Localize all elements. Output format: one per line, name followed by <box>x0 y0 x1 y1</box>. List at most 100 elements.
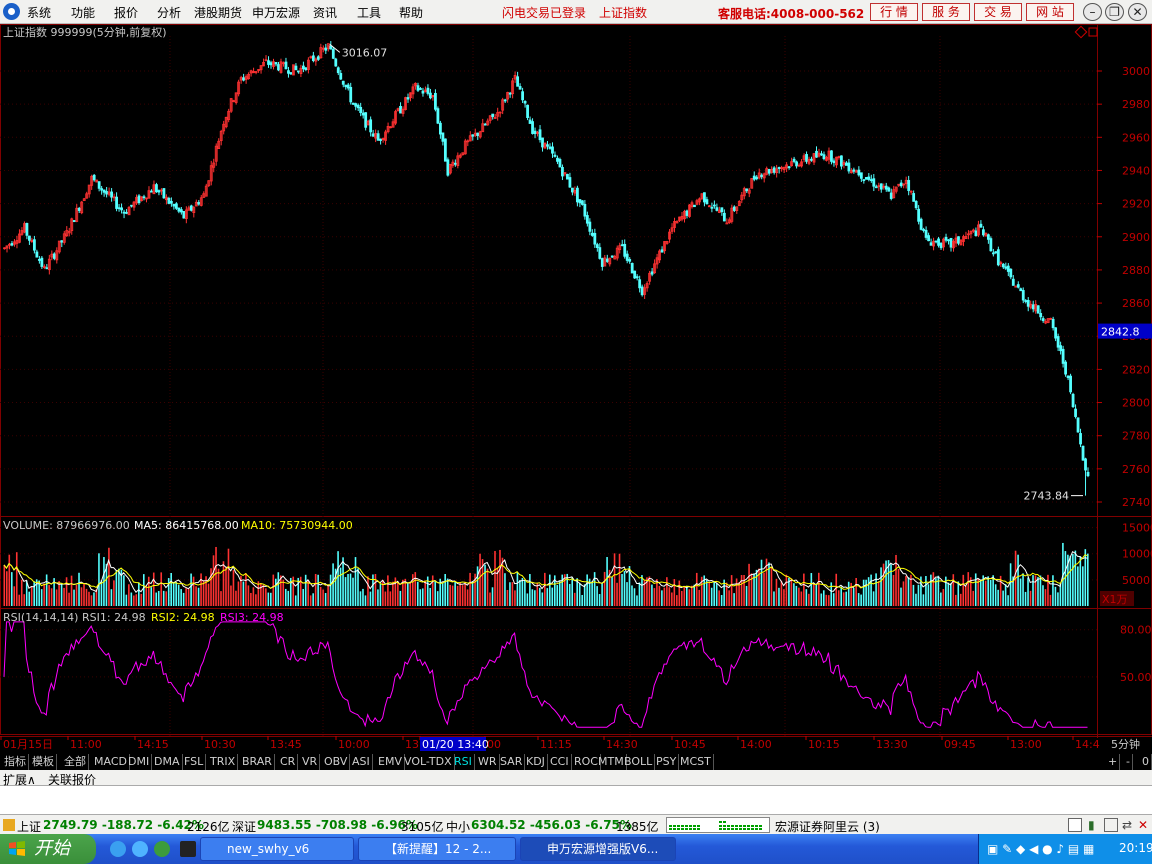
indicator-tab---[interactable]: 指标 <box>2 754 29 770</box>
volume-bar <box>307 580 309 606</box>
menu-help[interactable]: 帮助 <box>399 4 423 21</box>
broker-server[interactable]: 宏源证券阿里云 (3) <box>775 818 880 835</box>
browser-icon[interactable] <box>132 841 148 857</box>
candle-body <box>575 187 579 203</box>
index-link[interactable]: 上证指数 <box>599 4 647 21</box>
indicator-tab-emv[interactable]: EMV <box>376 754 405 770</box>
indicator-tab-fsl[interactable]: FSL <box>182 754 207 770</box>
window-icon[interactable] <box>1088 27 1098 37</box>
candle-body <box>120 207 123 211</box>
ie-icon[interactable] <box>110 841 126 857</box>
menu-news[interactable]: 资讯 <box>313 4 337 21</box>
volume-bar <box>862 579 865 606</box>
zoom-control-minus[interactable]: - <box>1124 754 1133 770</box>
volume-bar <box>800 591 803 606</box>
volume-bar <box>927 584 930 606</box>
volume-bar <box>621 574 623 606</box>
volume-bar <box>30 586 33 606</box>
taskbar-window-folder[interactable]: new_swhy_v6 <box>200 837 354 861</box>
volume-bar <box>544 572 546 606</box>
website-button[interactable]: 网 站 <box>1026 3 1074 21</box>
indicator-tab-dma[interactable]: DMA <box>152 754 183 770</box>
volume-bar <box>989 580 992 606</box>
zoom-control-reset[interactable]: 0 <box>1140 754 1152 770</box>
menu-tools[interactable]: 工具 <box>357 4 381 21</box>
volume-bar <box>369 591 372 606</box>
volume-bar <box>663 587 666 606</box>
indicator-tab-rsi[interactable]: RSI <box>452 754 475 770</box>
indicator-tab-vr[interactable]: VR <box>300 754 321 770</box>
indicator-tab-obv[interactable]: OBV <box>322 754 351 770</box>
indicator-tab-cr[interactable]: CR <box>278 754 299 770</box>
antenna-icon[interactable]: ▮ <box>1088 818 1095 832</box>
volume-bar <box>785 574 788 606</box>
service-button[interactable]: 服 务 <box>922 3 970 21</box>
candle-body <box>1071 393 1075 408</box>
volume-bar <box>230 585 232 606</box>
close-panel-icon[interactable]: ✕ <box>1138 818 1148 832</box>
minimize-icon[interactable]: – <box>1083 3 1102 21</box>
indicator-tab-asi[interactable]: ASI <box>350 754 373 770</box>
time-tick-label: 14:4 <box>1075 738 1100 751</box>
indicator-tab---[interactable]: 模板 <box>30 754 57 770</box>
indicator-tab---[interactable]: 全部 <box>62 754 89 770</box>
indicator-tab-dmi[interactable]: DMI <box>126 754 153 770</box>
lock-icon[interactable] <box>1104 818 1118 832</box>
indicator-tab-vol-tdx[interactable]: VOL-TDX <box>402 754 455 770</box>
close-icon[interactable]: ✕ <box>1128 3 1147 21</box>
candle-body <box>284 61 288 70</box>
app-logo-icon[interactable] <box>3 3 20 20</box>
rsi-header: RSI(14,14,14) <box>3 611 78 624</box>
keyboard-icon[interactable] <box>1068 818 1082 832</box>
sz-amount: 3105亿 <box>401 820 444 834</box>
volume-bar <box>200 573 202 606</box>
volume-bar <box>317 574 319 606</box>
candle-body <box>712 204 716 207</box>
price-tick-label: 2780 <box>1122 430 1150 443</box>
kline-chart-svg[interactable]: 3000298029602940292029002880286028402820… <box>0 24 1152 756</box>
volume-bar <box>837 590 840 606</box>
restore-icon[interactable]: ❐ <box>1105 3 1124 21</box>
sz-value[interactable]: 9483.55 -708.98 -6.96% <box>257 818 418 832</box>
candle-body <box>598 247 602 259</box>
tray-icons[interactable]: ▣ ✎ ◆ ◀ ● ♪ ▤ ▦ <box>987 842 1094 856</box>
candle-body <box>1001 263 1005 268</box>
chart-area[interactable]: 3000298029602940292029002880286028402820… <box>0 24 1152 756</box>
volume-bar <box>606 557 608 606</box>
desktop-icon[interactable] <box>180 841 196 857</box>
indicator-tab-psy[interactable]: PSY <box>654 754 680 770</box>
menu-swhy[interactable]: 申万宏源 <box>252 4 300 21</box>
indicator-tab-mcst[interactable]: MCST <box>678 754 714 770</box>
menu-analysis[interactable]: 分析 <box>157 4 181 21</box>
candle-body <box>177 207 181 212</box>
zoom-control-plus[interactable]: + <box>1106 754 1121 770</box>
start-button[interactable]: 开始 <box>0 834 96 864</box>
taskbar-window-swhy[interactable]: 申万宏源增强版V6... <box>520 837 676 861</box>
taskbar-window-browser[interactable]: 【新提醒】12 - 2... <box>358 837 516 861</box>
menu-quote[interactable]: 报价 <box>114 4 138 21</box>
expand-icon[interactable] <box>1074 25 1088 39</box>
indicator-tab-macd[interactable]: MACD <box>92 754 130 770</box>
indicator-tab-kdj[interactable]: KDJ <box>524 754 548 770</box>
status-icon[interactable] <box>3 819 15 831</box>
volume-bar <box>344 577 347 606</box>
candle-body <box>924 229 928 238</box>
menu-system[interactable]: 系统 <box>27 4 51 21</box>
indicator-tab-trix[interactable]: TRIX <box>208 754 239 770</box>
indicator-tab-wr[interactable]: WR <box>476 754 500 770</box>
menu-hk-futures[interactable]: 港股期货 <box>194 4 242 21</box>
indicator-tab-boll[interactable]: BOLL <box>622 754 656 770</box>
candle-body <box>986 234 990 240</box>
menu-function[interactable]: 功能 <box>71 4 95 21</box>
indicator-tab-brar[interactable]: BRAR <box>240 754 275 770</box>
volume-bar <box>1039 575 1042 606</box>
trade-button[interactable]: 交 易 <box>974 3 1022 21</box>
zx-value[interactable]: 6304.52 -456.03 -6.75% <box>471 818 632 832</box>
chrome-icon[interactable] <box>154 841 170 857</box>
indicator-tab-sar[interactable]: SAR <box>498 754 526 770</box>
market-button[interactable]: 行 情 <box>870 3 918 21</box>
arrow-icon[interactable]: ⇄ <box>1122 818 1132 832</box>
sh-value[interactable]: 2749.79 -188.72 -6.42% <box>43 818 204 832</box>
flash-trade-status[interactable]: 闪电交易已登录 <box>502 4 586 21</box>
indicator-tab-cci[interactable]: CCI <box>548 754 572 770</box>
